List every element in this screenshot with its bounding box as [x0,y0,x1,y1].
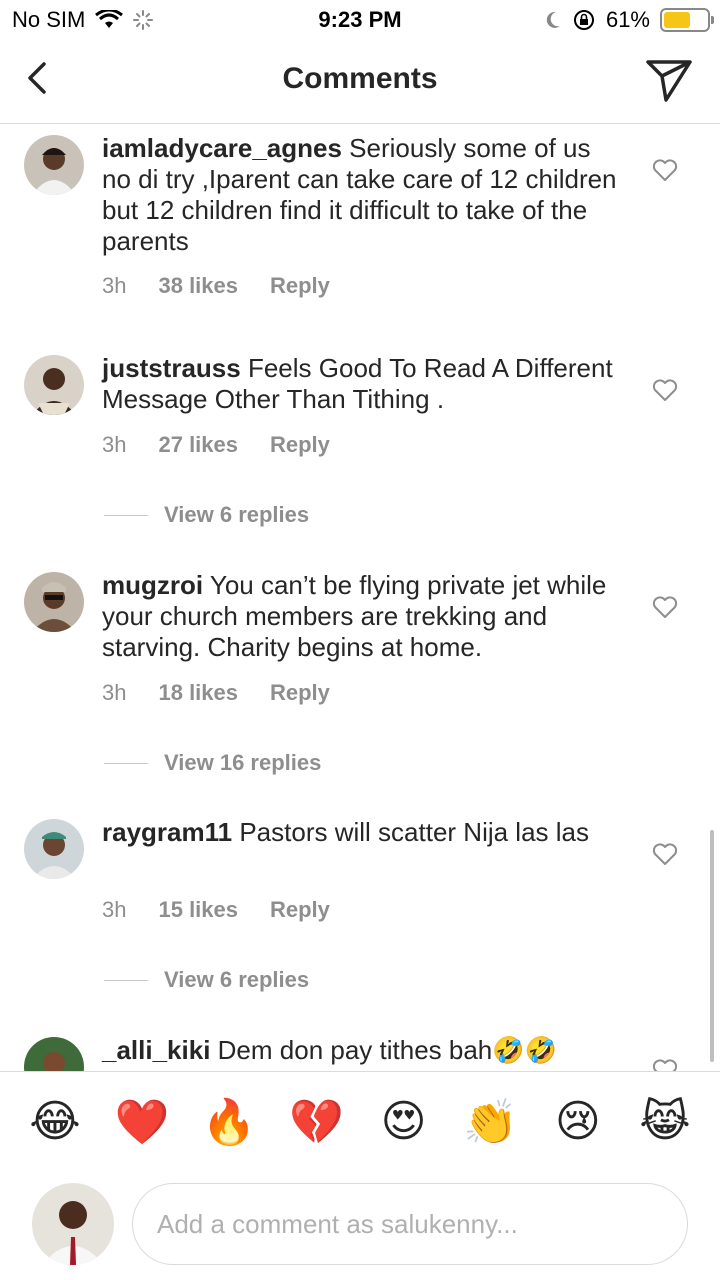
page-title: Comments [282,62,438,95]
view-replies-label[interactable]: View 6 replies [164,967,309,993]
reply-button[interactable]: Reply [270,273,330,299]
comment-body: Pastors will scatter Nija las las [239,817,589,847]
comment-input[interactable] [132,1183,688,1265]
divider [104,762,148,764]
view-replies-button[interactable]: View 16 replies [104,750,321,776]
avatar[interactable] [24,355,84,415]
emoji-button[interactable]: 😂 [20,1096,90,1147]
comment-time: 3h [102,432,127,457]
avatar[interactable] [24,135,84,195]
emoji-button[interactable]: 💔 [281,1096,351,1148]
comment-text: mugzroi You can’t be flying private jet … [102,570,622,663]
emoji-button[interactable]: 😢 [543,1096,613,1147]
emoji-button[interactable]: ❤️ [107,1096,177,1148]
comment-time: 3h [102,273,127,298]
comment-likes[interactable]: 15 likes [158,897,238,923]
moon-icon [546,11,560,28]
reply-button[interactable]: Reply [270,680,330,706]
current-user-avatar [32,1183,114,1265]
comment-username[interactable]: _alli_kiki [102,1035,210,1065]
emoji-button[interactable]: 👏 [456,1096,526,1148]
view-replies-label[interactable]: View 6 replies [164,502,309,528]
battery-fill [664,12,690,28]
comment-meta: 3h 18 likes Reply [102,680,330,706]
battery-percent: 61% [605,7,650,32]
reply-button[interactable]: Reply [270,432,330,458]
quick-emoji-bar: 😂 ❤️ 🔥 💔 😍 👏 😢 😹 [0,1071,720,1171]
avatar[interactable] [24,819,84,879]
comments-list[interactable]: iamladycare_agnes Seriously some of us n… [0,125,720,1071]
heart-icon[interactable] [652,595,678,619]
view-replies-button[interactable]: View 6 replies [104,502,309,528]
comment-username[interactable]: mugzroi [102,570,203,600]
comment-username[interactable]: iamladycare_agnes [102,133,342,163]
divider [104,514,148,516]
comment-text: juststrauss Feels Good To Read A Differe… [102,353,622,415]
comment-meta: 3h 38 likes Reply [102,273,330,299]
orientation-lock-icon [573,10,594,30]
comment-username[interactable]: raygram11 [102,817,232,847]
battery-icon [660,8,714,32]
emoji-button[interactable]: 😍 [369,1096,439,1147]
reply-button[interactable]: Reply [270,897,330,923]
comment-time: 3h [102,680,127,705]
comment-composer [0,1171,720,1280]
comment-username[interactable]: juststrauss [102,353,241,383]
comment-time: 3h [102,897,127,922]
comment-likes[interactable]: 27 likes [158,432,238,458]
view-replies-label[interactable]: View 16 replies [164,750,321,776]
status-right: 61% [544,7,714,33]
avatar[interactable] [24,1037,84,1071]
comment-text: iamladycare_agnes Seriously some of us n… [102,133,622,257]
heart-icon[interactable] [652,378,678,402]
scrollbar[interactable] [710,830,714,1062]
heart-icon[interactable] [652,1058,678,1071]
comment-meta: 3h 27 likes Reply [102,432,330,458]
comment-meta: 3h 15 likes Reply [102,897,330,923]
comment-body: Dem don pay tithes bah🤣🤣 [217,1035,558,1065]
comment-likes[interactable]: 18 likes [158,680,238,706]
comment-text: _alli_kiki Dem don pay tithes bah🤣🤣 [102,1035,622,1066]
comment-likes[interactable]: 38 likes [158,273,238,299]
header: Comments [0,40,720,124]
comment-text: raygram11 Pastors will scatter Nija las … [102,817,622,848]
emoji-button[interactable]: 😹 [630,1096,700,1147]
heart-icon[interactable] [652,158,678,182]
view-replies-button[interactable]: View 6 replies [104,967,309,993]
status-bar: No SIM 9:23 PM 61% [0,0,720,40]
emoji-button[interactable]: 🔥 [194,1096,264,1148]
divider [104,979,148,981]
avatar[interactable] [24,572,84,632]
paper-plane-icon[interactable] [644,54,694,104]
heart-icon[interactable] [652,842,678,866]
